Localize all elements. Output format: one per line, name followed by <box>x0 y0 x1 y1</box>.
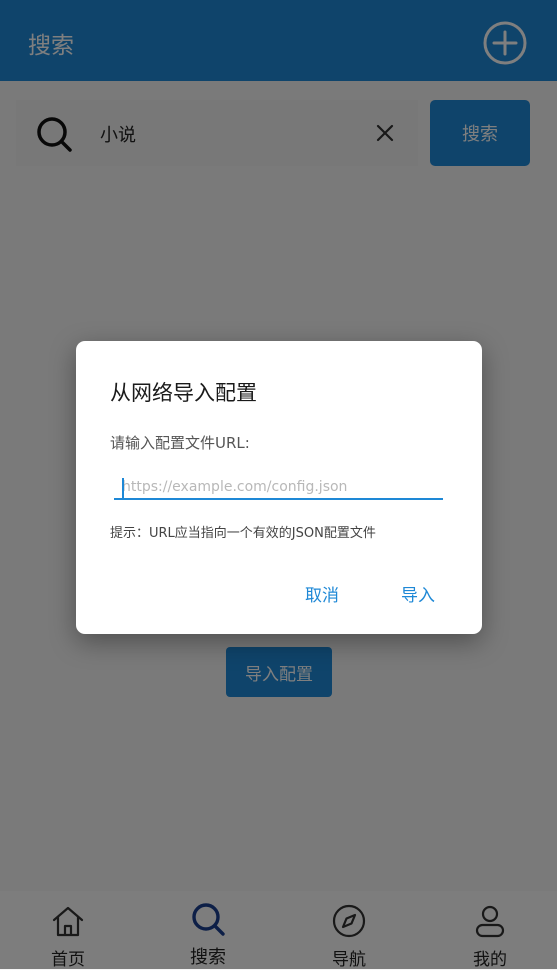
text-cursor <box>122 478 124 498</box>
dialog-hint: 提示：URL应当指向一个有效的JSON配置文件 <box>110 526 376 541</box>
import-button[interactable]: 导入 <box>395 577 441 610</box>
dialog-title: 从网络导入配置 <box>110 381 257 405</box>
url-input-underline <box>114 498 443 500</box>
import-url-dialog: 从网络导入配置 请输入配置文件URL: 提示：URL应当指向一个有效的JSON配… <box>76 341 482 634</box>
url-field-label: 请输入配置文件URL: <box>110 434 250 452</box>
url-input[interactable] <box>114 474 451 500</box>
cancel-button[interactable]: 取消 <box>299 577 345 610</box>
